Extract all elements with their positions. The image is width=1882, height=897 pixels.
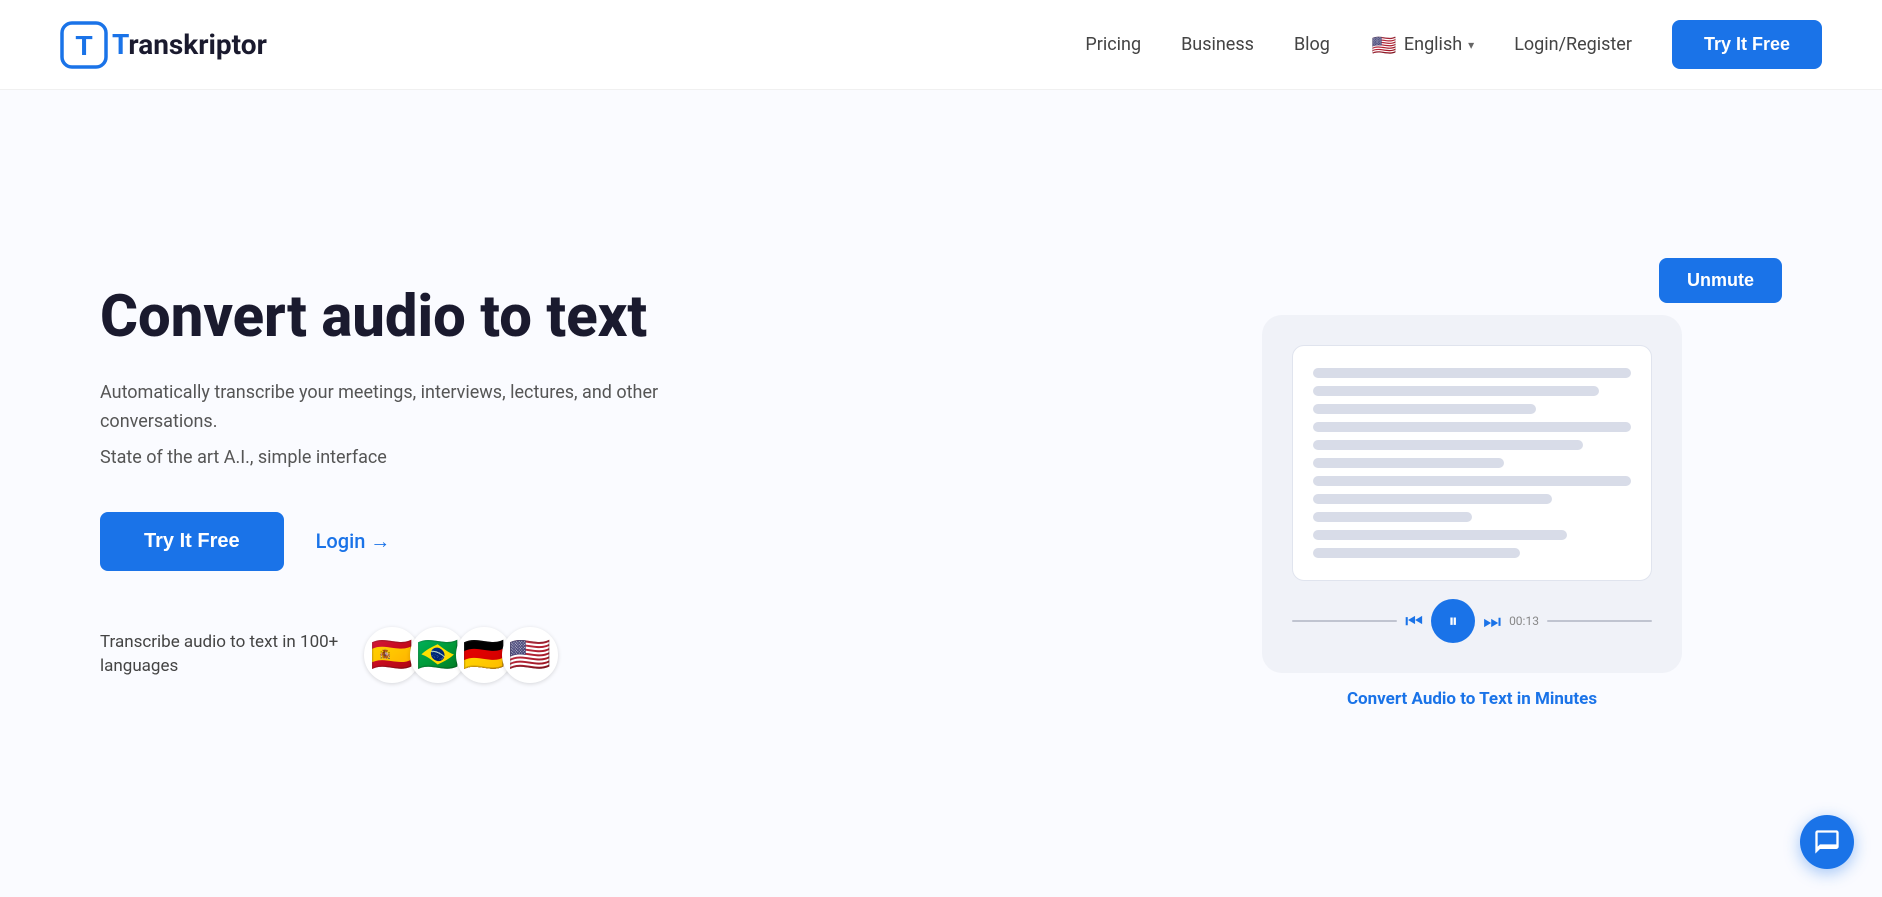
text-line-9 — [1313, 512, 1472, 522]
navbar: T Transkriptor Pricing Business Blog 🇺🇸 … — [0, 0, 1882, 90]
nav-blog[interactable]: Blog — [1294, 34, 1330, 55]
flags-row: 🇪🇸 🇧🇷 🇩🇪 🇺🇸 — [364, 627, 558, 683]
logo-text: Transkriptor — [112, 28, 267, 61]
chat-icon — [1813, 828, 1841, 856]
flag-us: 🇺🇸 — [502, 627, 558, 683]
chat-bubble[interactable] — [1800, 815, 1854, 869]
logo-icon: T — [60, 21, 108, 69]
hero-right: Unmute ⏮ ⏸ ⏭ 00:13 — [1122, 258, 1822, 709]
rewind-icon[interactable]: ⏮ — [1405, 609, 1423, 633]
text-line-11 — [1313, 548, 1520, 558]
text-line-3 — [1313, 404, 1536, 414]
forward-icon[interactable]: ⏭ — [1483, 609, 1501, 633]
hero-cta: Try It Free Login → — [100, 512, 780, 571]
nav-business[interactable]: Business — [1181, 34, 1254, 55]
nav-pricing[interactable]: Pricing — [1085, 34, 1141, 55]
audio-bar-right — [1547, 620, 1652, 622]
nav-links: Pricing Business Blog 🇺🇸 English ▾ Login… — [1085, 20, 1822, 69]
pause-icon[interactable]: ⏸ — [1431, 599, 1475, 643]
language-selector[interactable]: 🇺🇸 English ▾ — [1370, 31, 1474, 59]
hero-section: Convert audio to text Automatically tran… — [0, 90, 1882, 897]
text-line-4 — [1313, 422, 1631, 432]
text-line-7 — [1313, 476, 1631, 486]
hero-tagline: State of the art A.I., simple interface — [100, 447, 780, 468]
text-line-10 — [1313, 530, 1567, 540]
transcript-inner — [1292, 345, 1652, 581]
transcript-card: ⏮ ⏸ ⏭ 00:13 — [1262, 315, 1682, 673]
logo[interactable]: T Transkriptor — [60, 21, 267, 69]
login-register-link[interactable]: Login/Register — [1514, 34, 1632, 55]
flag-us-icon: 🇺🇸 — [1370, 31, 1398, 59]
login-hero-link[interactable]: Login → — [316, 529, 391, 554]
chevron-down-icon: ▾ — [1468, 38, 1474, 52]
text-line-6 — [1313, 458, 1504, 468]
hero-subtitle: Automatically transcribe your meetings, … — [100, 379, 680, 437]
audio-controls: ⏮ ⏸ ⏭ 00:13 — [1292, 599, 1652, 643]
text-line-5 — [1313, 440, 1583, 450]
try-free-nav-button[interactable]: Try It Free — [1672, 20, 1822, 69]
language-label: English — [1404, 34, 1462, 55]
svg-text:T: T — [75, 30, 92, 61]
hero-left: Convert audio to text Automatically tran… — [100, 284, 780, 682]
try-free-hero-button[interactable]: Try It Free — [100, 512, 284, 571]
hero-languages: Transcribe audio to text in 100+ languag… — [100, 627, 780, 683]
text-line-8 — [1313, 494, 1552, 504]
audio-bar-left — [1292, 620, 1397, 622]
text-line-2 — [1313, 386, 1599, 396]
text-line-1 — [1313, 368, 1631, 378]
unmute-button[interactable]: Unmute — [1659, 258, 1782, 303]
languages-label: Transcribe audio to text in 100+ languag… — [100, 631, 340, 679]
convert-caption: Convert Audio to Text in Minutes — [1347, 689, 1597, 709]
audio-time: 00:13 — [1509, 614, 1539, 628]
hero-title: Convert audio to text — [100, 284, 780, 351]
